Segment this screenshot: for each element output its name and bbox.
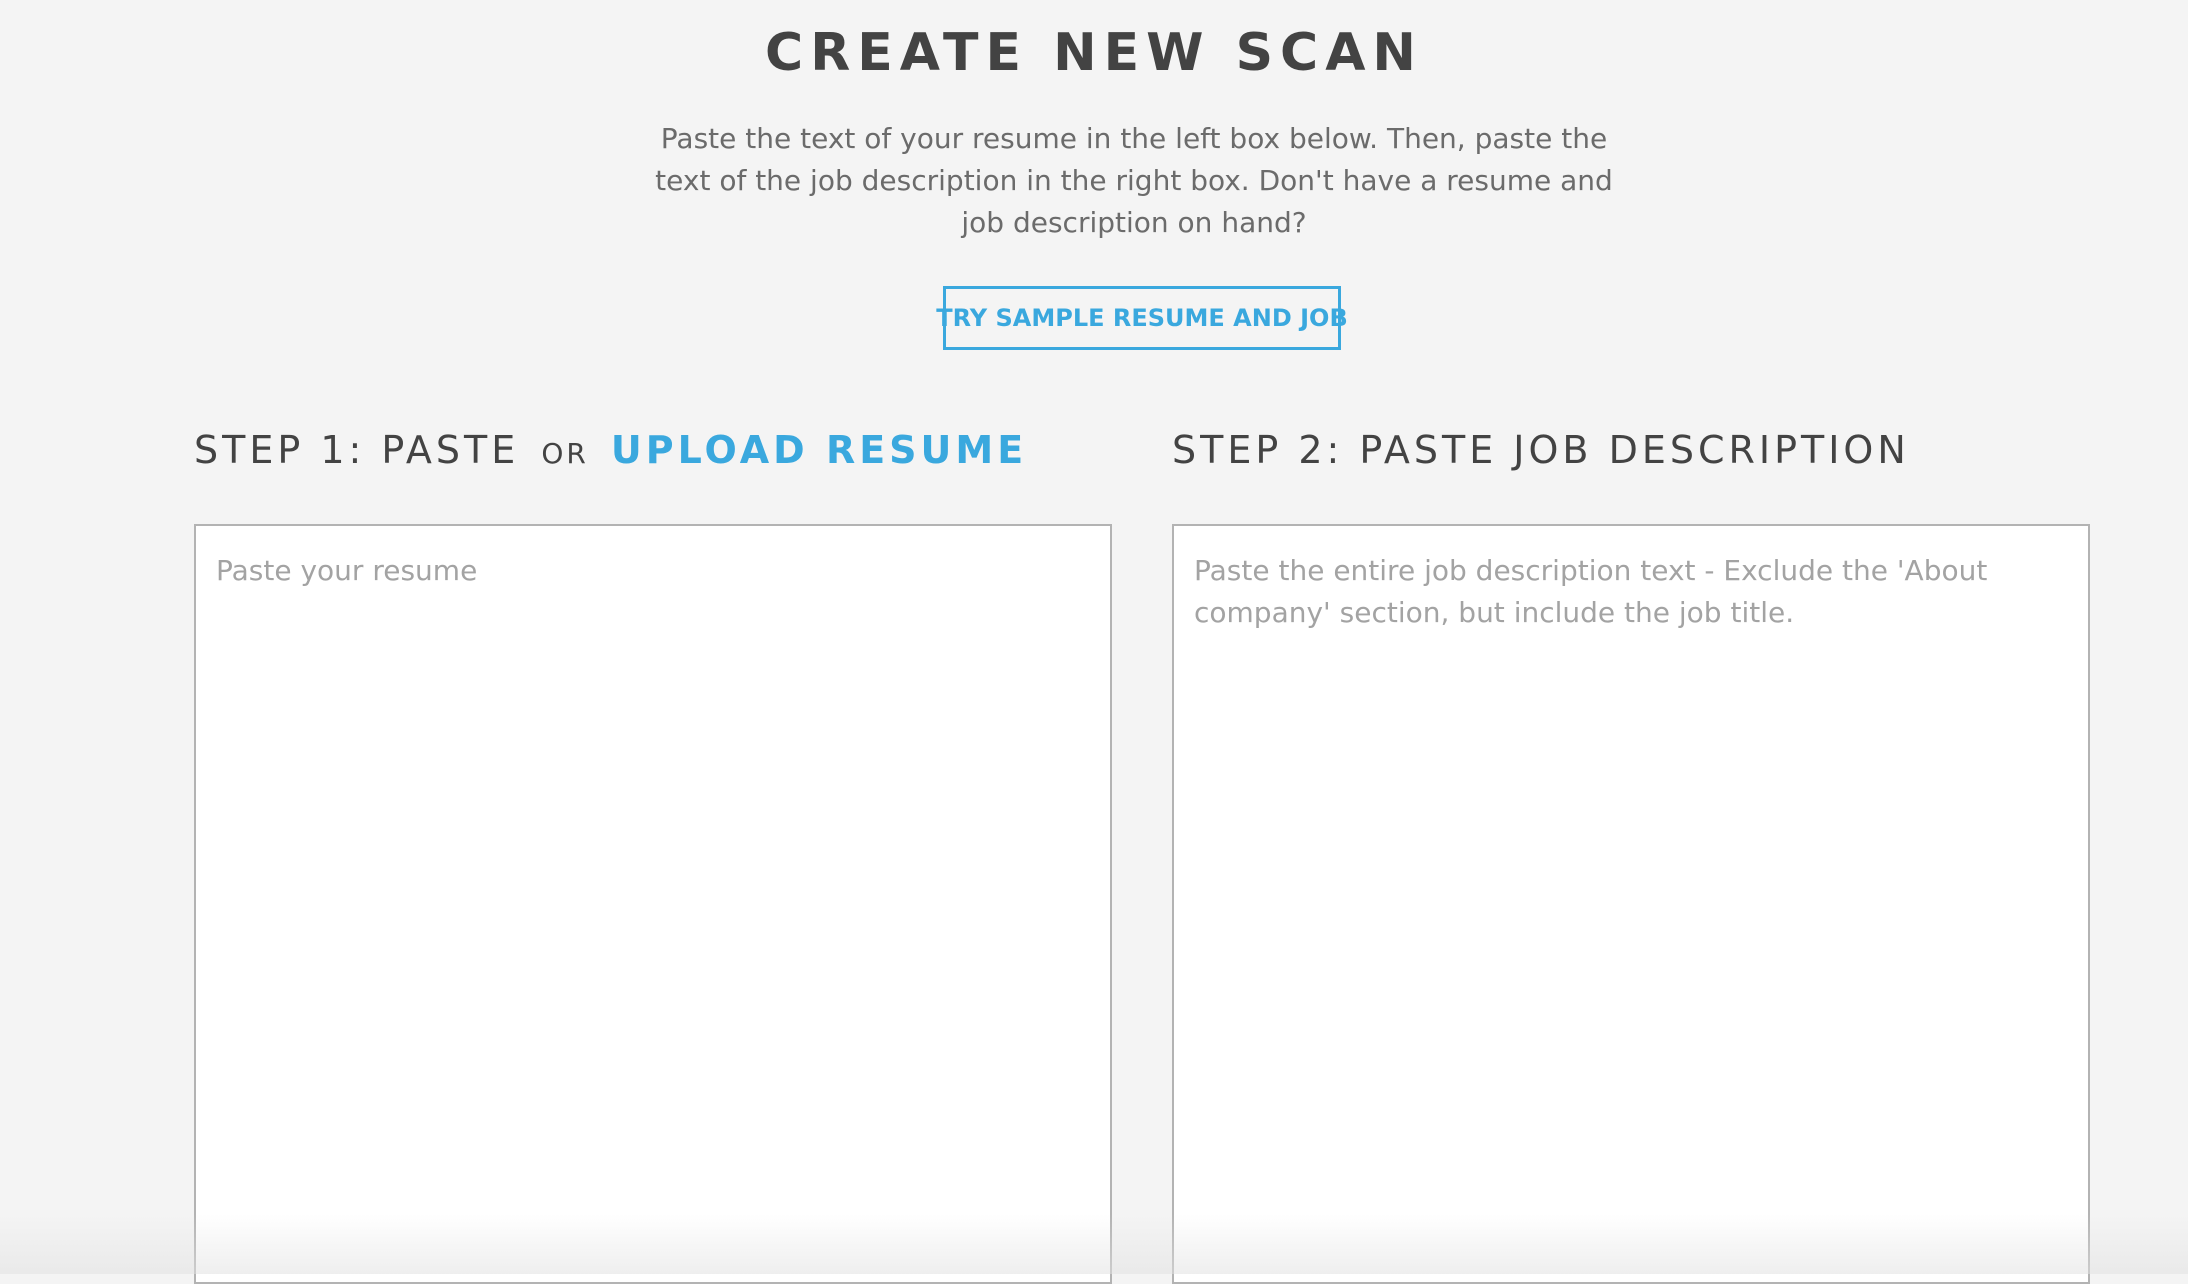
job-description-textarea[interactable]	[1172, 524, 2090, 1284]
page-title: CREATE NEW SCAN	[765, 23, 1423, 83]
step-1-heading: STEP 1: PASTE OR UPLOAD RESUME	[194, 424, 1027, 480]
step-1-or: OR	[541, 437, 589, 470]
intro-text: Paste the text of your resume in the lef…	[655, 122, 1613, 239]
upload-resume-link[interactable]: UPLOAD RESUME	[611, 428, 1027, 472]
step-1-prefix: STEP 1: PASTE	[194, 428, 520, 472]
resume-textarea[interactable]	[194, 524, 1112, 1284]
try-sample-button[interactable]: TRY SAMPLE RESUME AND JOB	[936, 286, 1348, 350]
step-2-heading: STEP 2: PASTE JOB DESCRIPTION	[1172, 428, 1910, 472]
